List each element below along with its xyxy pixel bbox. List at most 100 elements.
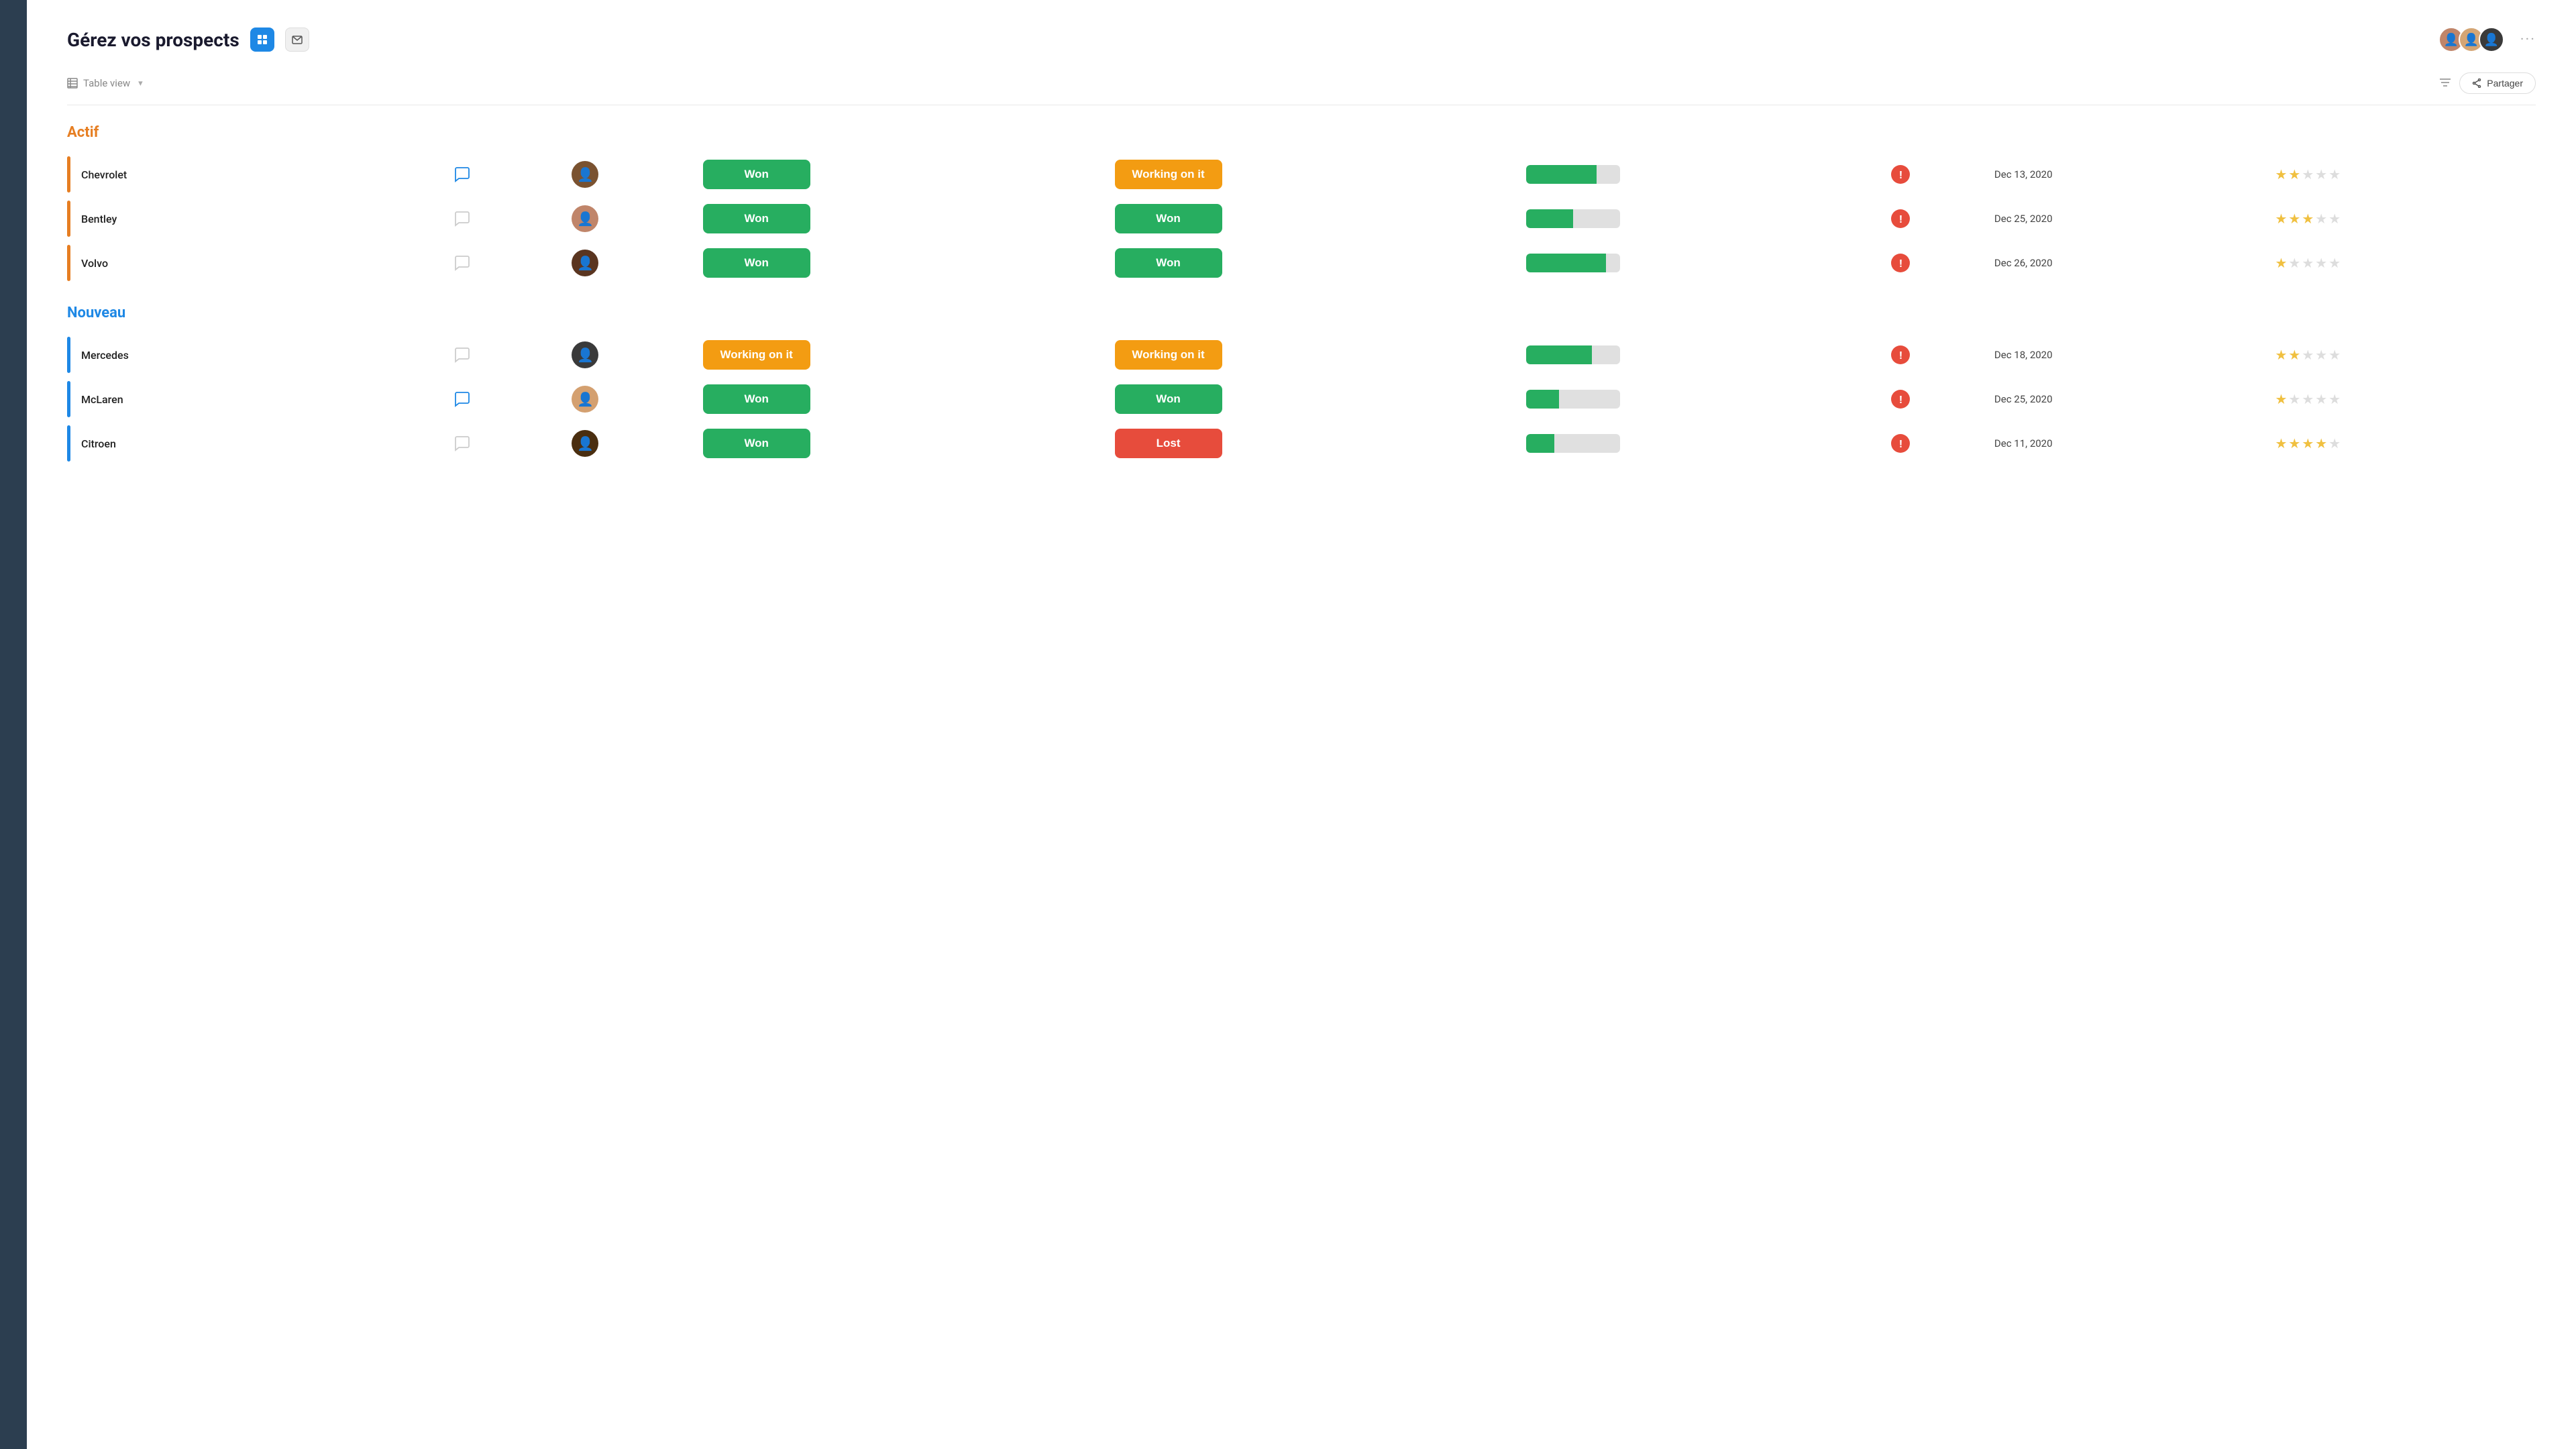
star-icon: ★ xyxy=(2288,435,2300,451)
alert-icon[interactable]: ! xyxy=(1891,209,1910,228)
page-title: Gérez vos prospects xyxy=(67,29,239,51)
star-icon: ★ xyxy=(2275,347,2287,363)
progress-bar xyxy=(1526,254,1620,272)
section-title-actif: Actif xyxy=(67,124,2536,141)
alert-icon[interactable]: ! xyxy=(1891,434,1910,453)
star-rating: ★★★★★ xyxy=(2275,435,2530,451)
table-icon-btn[interactable] xyxy=(250,28,274,52)
chat-icon[interactable] xyxy=(450,431,474,455)
mail-icon-btn[interactable] xyxy=(285,28,309,52)
person-avatar: 👤 xyxy=(572,250,598,276)
progress-bar xyxy=(1526,209,1620,228)
table-nouveau: Mercedes 👤 Working on it Working on it !… xyxy=(67,332,2536,466)
avatar: 👤 xyxy=(2479,27,2504,52)
company-name: Mercedes xyxy=(70,333,445,376)
company-name: Citroen xyxy=(70,422,445,465)
star-icon: ★ xyxy=(2288,166,2300,182)
alert-icon[interactable]: ! xyxy=(1891,254,1910,272)
chat-icon[interactable] xyxy=(450,207,474,231)
star-icon: ★ xyxy=(2328,435,2341,451)
alert-icon[interactable]: ! xyxy=(1891,345,1910,364)
star-icon: ★ xyxy=(2275,166,2287,182)
status1-button[interactable]: Won xyxy=(703,248,810,278)
table-row: Citroen 👤 Won Lost ! Dec 11, 2020 ★★★★★ xyxy=(67,422,2536,465)
star-icon: ★ xyxy=(2275,211,2287,227)
filter-icon[interactable] xyxy=(2439,77,2451,90)
person-avatar: 👤 xyxy=(572,341,598,368)
status2-button[interactable]: Lost xyxy=(1115,429,1222,458)
header-left: Gérez vos prospects xyxy=(67,28,309,52)
date-cell: Dec 13, 2020 xyxy=(1989,153,2270,196)
date-cell: Dec 18, 2020 xyxy=(1989,333,2270,376)
star-icon: ★ xyxy=(2328,391,2341,407)
star-rating: ★★★★★ xyxy=(2275,211,2530,227)
star-icon: ★ xyxy=(2315,435,2327,451)
chat-icon[interactable] xyxy=(450,162,474,186)
star-icon: ★ xyxy=(2328,211,2341,227)
star-rating: ★★★★★ xyxy=(2275,255,2530,271)
status1-button[interactable]: Won xyxy=(703,204,810,233)
star-icon: ★ xyxy=(2315,211,2327,227)
progress-fill xyxy=(1526,254,1606,272)
star-icon: ★ xyxy=(2275,255,2287,271)
table-row: McLaren 👤 Won Won ! Dec 25, 2020 ★★★★★ xyxy=(67,378,2536,421)
progress-fill xyxy=(1526,390,1559,409)
status2-button[interactable]: Won xyxy=(1115,248,1222,278)
progress-fill xyxy=(1526,209,1573,228)
status1-button[interactable]: Won xyxy=(703,160,810,189)
date-cell: Dec 25, 2020 xyxy=(1989,378,2270,421)
chat-icon[interactable] xyxy=(450,251,474,275)
progress-fill xyxy=(1526,345,1592,364)
progress-fill xyxy=(1526,165,1597,184)
chat-icon[interactable] xyxy=(450,387,474,411)
star-icon: ★ xyxy=(2302,391,2314,407)
status2-button[interactable]: Working on it xyxy=(1115,340,1222,370)
date-cell: Dec 25, 2020 xyxy=(1989,197,2270,240)
company-name: Chevrolet xyxy=(70,153,445,196)
star-icon: ★ xyxy=(2328,255,2341,271)
more-options-button[interactable]: ··· xyxy=(2520,32,2536,48)
person-avatar: 👤 xyxy=(572,386,598,413)
star-icon: ★ xyxy=(2302,166,2314,182)
star-rating: ★★★★★ xyxy=(2275,166,2530,182)
star-icon: ★ xyxy=(2315,347,2327,363)
alert-icon[interactable]: ! xyxy=(1891,390,1910,409)
company-name: McLaren xyxy=(70,378,445,421)
star-rating: ★★★★★ xyxy=(2275,391,2530,407)
status1-button[interactable]: Won xyxy=(703,384,810,414)
star-icon: ★ xyxy=(2275,391,2287,407)
star-rating: ★★★★★ xyxy=(2275,347,2530,363)
star-icon: ★ xyxy=(2328,166,2341,182)
progress-bar xyxy=(1526,165,1620,184)
status2-button[interactable]: Won xyxy=(1115,204,1222,233)
star-icon: ★ xyxy=(2315,391,2327,407)
star-icon: ★ xyxy=(2288,391,2300,407)
share-button[interactable]: Partager xyxy=(2459,72,2536,94)
star-icon: ★ xyxy=(2288,211,2300,227)
company-name: Volvo xyxy=(70,241,445,284)
table-actif: Chevrolet 👤 Won Working on it ! Dec 13, … xyxy=(67,152,2536,286)
status1-button[interactable]: Working on it xyxy=(703,340,810,370)
chevron-down-icon: ▾ xyxy=(138,78,143,89)
table-view-button[interactable]: Table view ▾ xyxy=(67,77,143,89)
star-icon: ★ xyxy=(2302,347,2314,363)
table-view-label: Table view xyxy=(83,77,130,89)
star-icon: ★ xyxy=(2302,255,2314,271)
alert-icon[interactable]: ! xyxy=(1891,165,1910,184)
date-cell: Dec 11, 2020 xyxy=(1989,422,2270,465)
star-icon: ★ xyxy=(2302,211,2314,227)
progress-fill xyxy=(1526,434,1554,453)
status2-button[interactable]: Working on it xyxy=(1115,160,1222,189)
share-label: Partager xyxy=(2487,78,2523,89)
person-avatar: 👤 xyxy=(572,161,598,188)
status2-button[interactable]: Won xyxy=(1115,384,1222,414)
sidebar xyxy=(0,0,27,1449)
progress-bar xyxy=(1526,434,1620,453)
star-icon: ★ xyxy=(2288,255,2300,271)
chat-icon[interactable] xyxy=(450,343,474,367)
main-content: Gérez vos prospects 👤 xyxy=(27,0,2576,1449)
header-right: 👤 👤 👤 ··· xyxy=(2438,27,2536,52)
progress-bar xyxy=(1526,345,1620,364)
status1-button[interactable]: Won xyxy=(703,429,810,458)
table-row: Bentley 👤 Won Won ! Dec 25, 2020 ★★★★★ xyxy=(67,197,2536,240)
